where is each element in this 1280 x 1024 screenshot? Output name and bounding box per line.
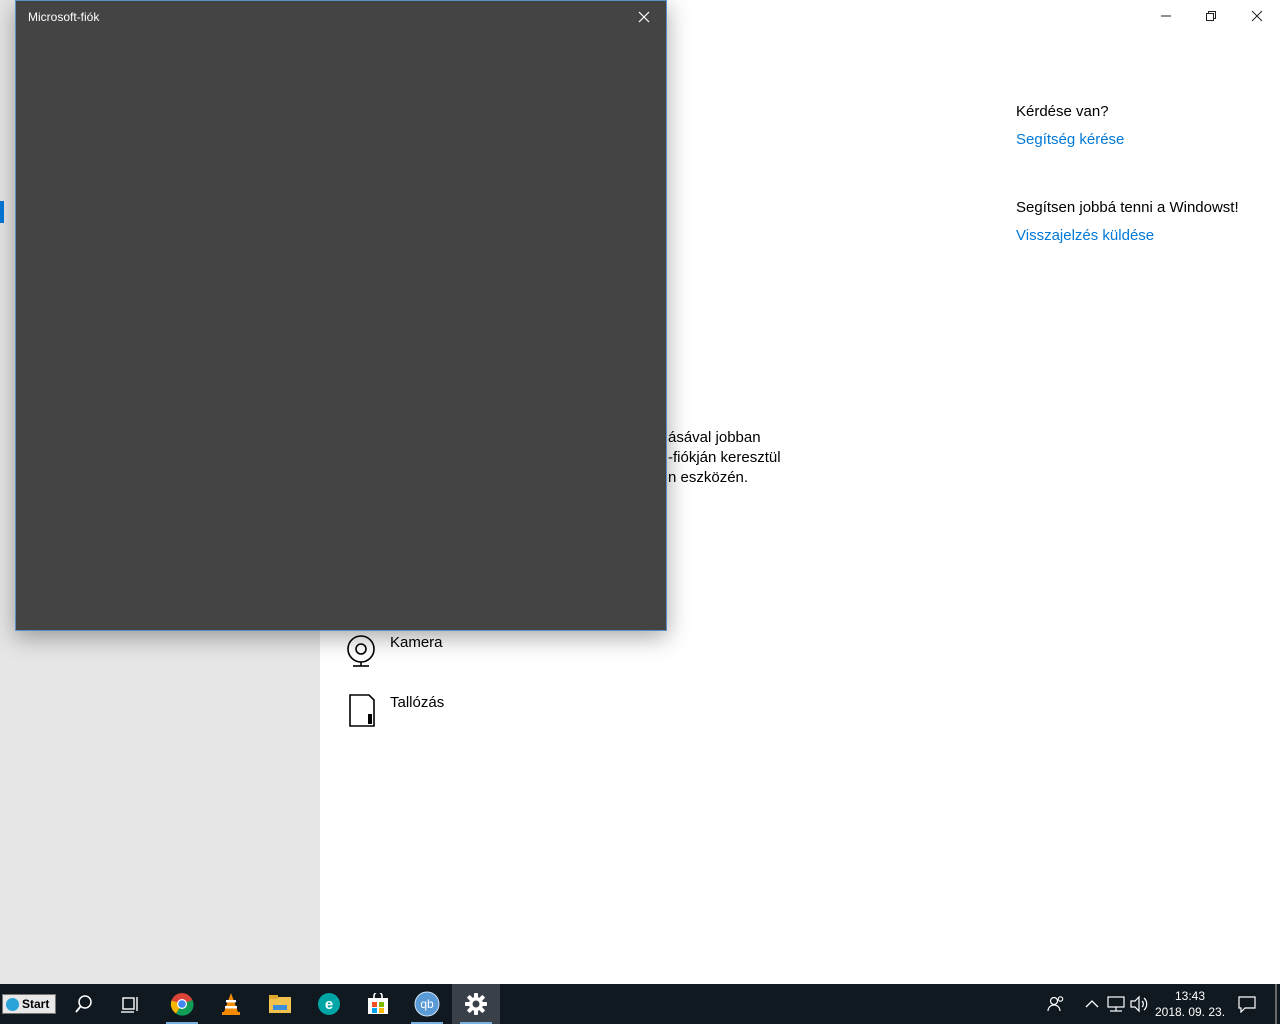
camera-icon bbox=[347, 635, 375, 667]
qbittorrent-icon: qb bbox=[414, 991, 440, 1017]
option-browse-label: Tallózás bbox=[390, 694, 445, 711]
people-tray-button[interactable] bbox=[1045, 994, 1067, 1014]
close-icon bbox=[638, 11, 650, 23]
dialog-title: Microsoft-fiók bbox=[28, 10, 100, 24]
start-button[interactable]: Start bbox=[2, 994, 56, 1014]
volume-tray-button[interactable] bbox=[1128, 994, 1150, 1014]
close-icon bbox=[1251, 10, 1263, 22]
minimize-icon bbox=[1161, 15, 1171, 17]
notification-icon bbox=[1238, 996, 1256, 1013]
people-icon bbox=[1047, 996, 1064, 1012]
taskbar-clock[interactable]: 13:43 2018. 09. 23. bbox=[1150, 988, 1230, 1020]
minimize-button[interactable] bbox=[1143, 0, 1189, 32]
chevron-up-icon bbox=[1085, 1000, 1099, 1008]
action-center-button[interactable] bbox=[1236, 994, 1258, 1014]
description-line: -fiókján keresztül bbox=[668, 449, 781, 466]
volume-icon bbox=[1130, 995, 1148, 1013]
file-explorer-taskbar-button[interactable] bbox=[256, 984, 304, 1024]
settings-taskbar-button[interactable] bbox=[452, 984, 500, 1024]
qbittorrent-icon-text: qb bbox=[420, 997, 434, 1011]
browse-icon bbox=[349, 694, 375, 727]
option-browse[interactable]: Tallózás bbox=[346, 692, 444, 728]
qbittorrent-taskbar-button[interactable]: qb bbox=[403, 984, 451, 1024]
microsoft-account-dialog: Microsoft-fiók bbox=[15, 0, 667, 631]
search-icon bbox=[75, 995, 92, 1013]
vlc-icon bbox=[222, 993, 240, 1015]
clock-date: 2018. 09. 23. bbox=[1154, 1005, 1226, 1019]
start-orb-icon bbox=[6, 997, 19, 1011]
show-desktop-button[interactable] bbox=[1275, 984, 1277, 1024]
send-feedback-link[interactable]: Visszajelzés küldése bbox=[1016, 227, 1154, 244]
option-camera-label: Kamera bbox=[390, 634, 443, 651]
settings-gear-icon bbox=[465, 993, 487, 1015]
chrome-taskbar-button[interactable] bbox=[158, 984, 206, 1024]
feedback-title: Segítsen jobbá tenni a Windowst! bbox=[1016, 199, 1239, 216]
sidebar-selection-indicator bbox=[0, 201, 4, 223]
get-help-link[interactable]: Segítség kérése bbox=[1016, 131, 1124, 148]
clock-time: 13:43 bbox=[1174, 989, 1206, 1003]
option-camera[interactable]: Kamera bbox=[346, 632, 443, 668]
store-taskbar-button[interactable] bbox=[354, 984, 402, 1024]
chrome-icon bbox=[170, 993, 194, 1016]
start-label: Start bbox=[22, 997, 50, 1011]
vlc-taskbar-button[interactable] bbox=[207, 984, 255, 1024]
network-icon bbox=[1107, 996, 1125, 1012]
task-view-button[interactable] bbox=[107, 984, 155, 1024]
file-explorer-icon bbox=[269, 995, 291, 1013]
store-icon bbox=[368, 993, 388, 1014]
svg-text:e: e bbox=[325, 996, 333, 1013]
description-line: n eszközén. bbox=[668, 469, 749, 486]
restore-button[interactable] bbox=[1188, 0, 1234, 32]
restore-icon bbox=[1206, 11, 1216, 21]
dialog-close-button[interactable] bbox=[628, 3, 660, 31]
description-line: ásával jobban bbox=[668, 429, 761, 446]
taskbar: Start e qb 13:43 2018. 09. 23. bbox=[0, 984, 1280, 1024]
show-hidden-icons-button[interactable] bbox=[1081, 994, 1103, 1014]
close-window-button[interactable] bbox=[1234, 0, 1280, 32]
search-button[interactable] bbox=[60, 984, 108, 1024]
task-view-icon bbox=[121, 997, 138, 1013]
help-question-title: Kérdése van? bbox=[1016, 103, 1109, 120]
eset-taskbar-button[interactable]: e bbox=[305, 984, 353, 1024]
eset-icon: e bbox=[318, 993, 340, 1015]
network-tray-button[interactable] bbox=[1105, 994, 1127, 1014]
